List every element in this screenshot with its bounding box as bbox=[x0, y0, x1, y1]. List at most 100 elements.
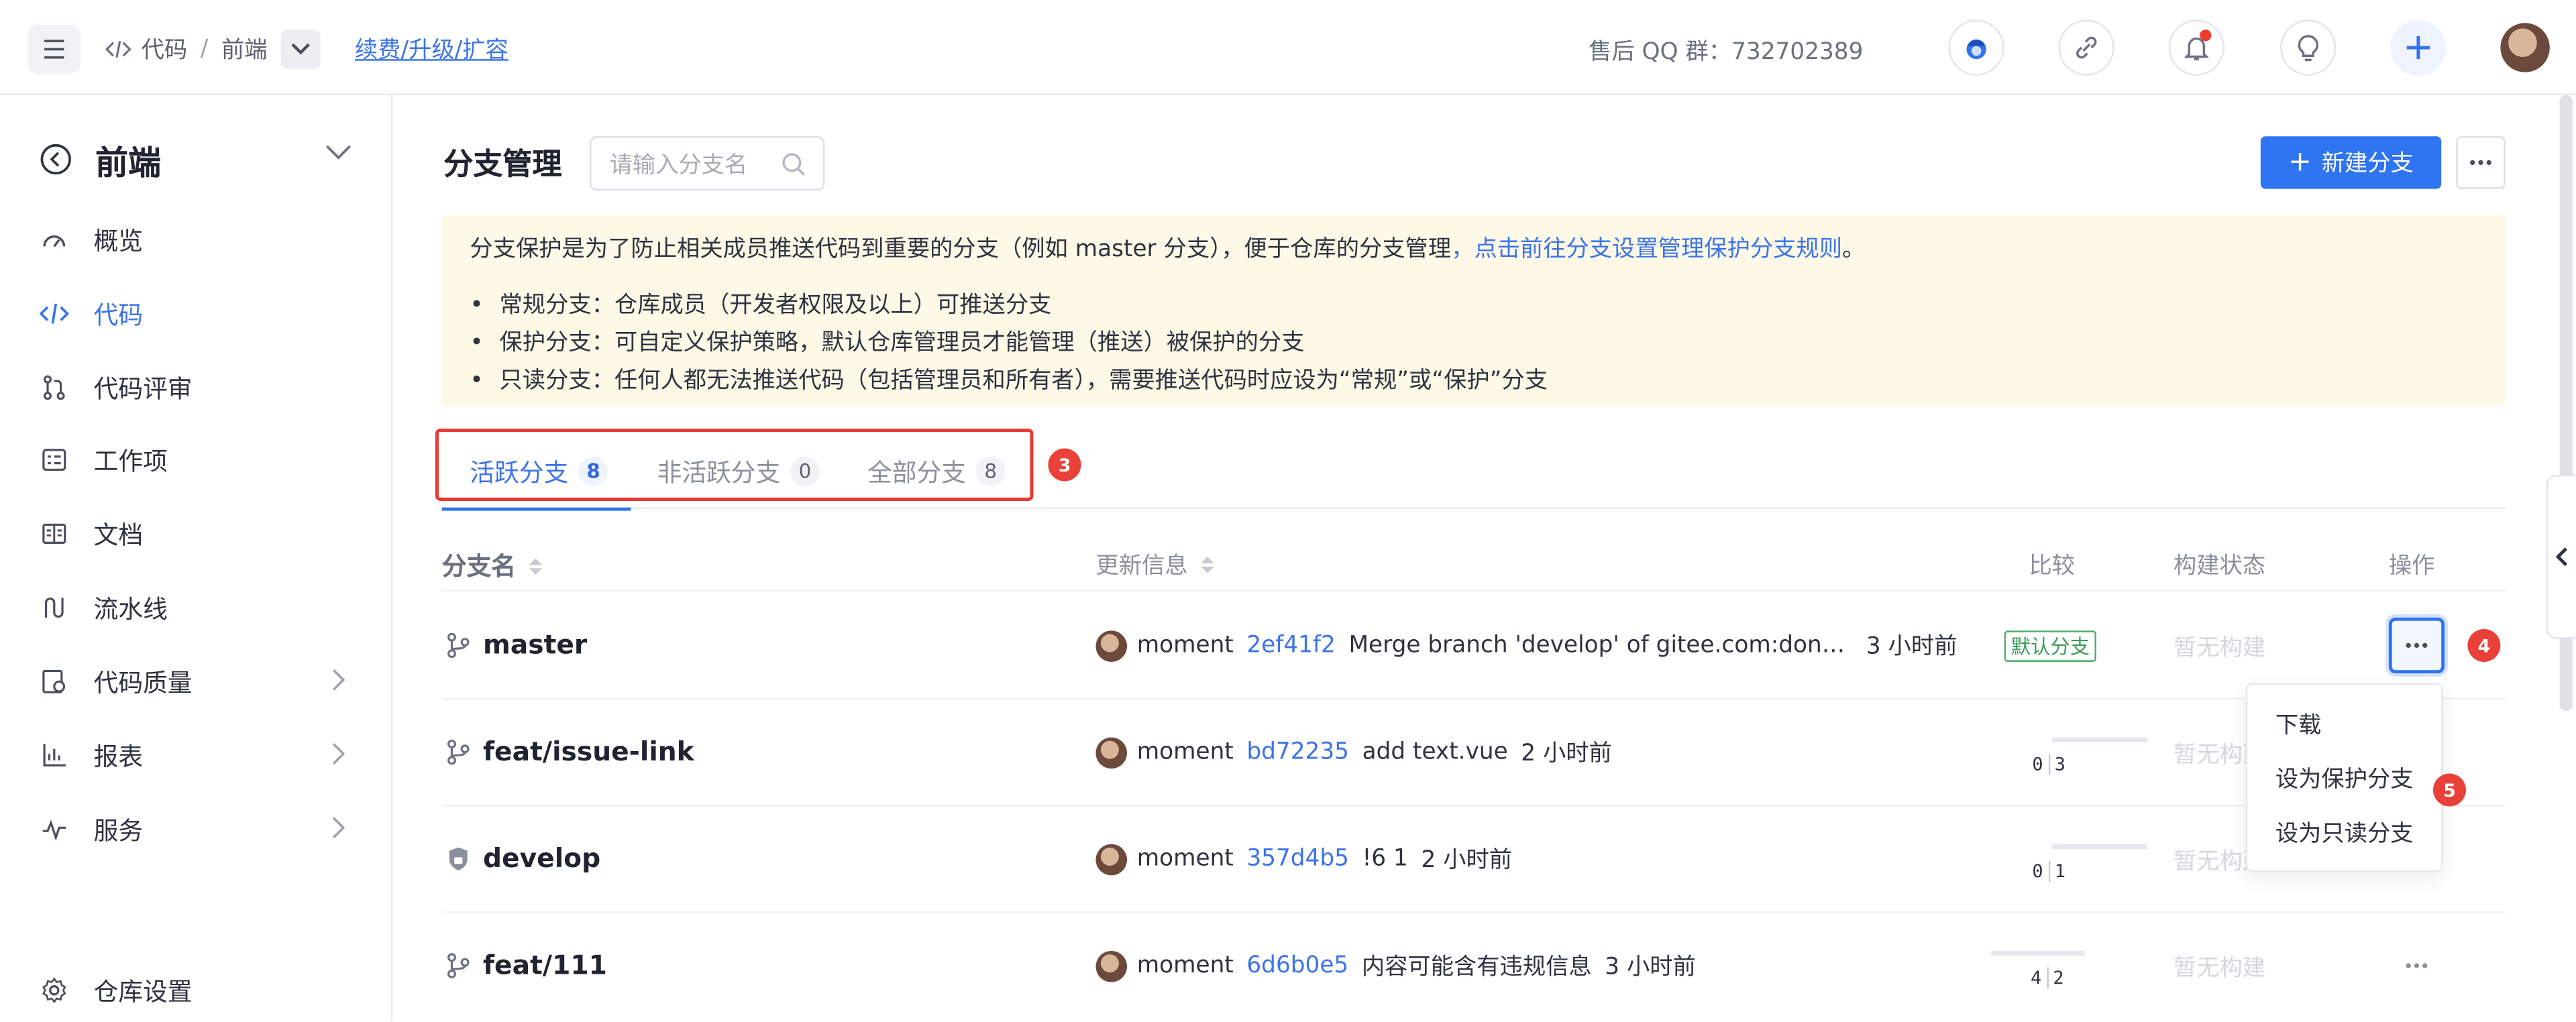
more-icon bbox=[2406, 642, 2428, 648]
menu-item-set-readonly[interactable]: 设为只读分支 bbox=[2275, 816, 2414, 849]
ahead-behind-compare: 4 2 bbox=[1991, 946, 2106, 989]
service-icon bbox=[40, 815, 69, 844]
menu-button[interactable] bbox=[28, 24, 81, 74]
more-icon bbox=[2406, 963, 2428, 968]
chevron-left-icon bbox=[2555, 547, 2567, 567]
table-row: master moment 2ef41f2 Merge branch 'deve… bbox=[441, 593, 2506, 700]
breadcrumb-item-code[interactable]: 代码 bbox=[142, 33, 188, 66]
menu-item-download[interactable]: 下载 bbox=[2275, 708, 2322, 741]
branch-name[interactable]: master bbox=[447, 629, 587, 660]
row-more-button[interactable] bbox=[2388, 617, 2445, 674]
compare-bar bbox=[1991, 950, 2085, 956]
assistant-icon bbox=[1966, 39, 1986, 60]
commit-message[interactable]: !6 1 bbox=[1362, 846, 1408, 872]
search-placeholder: 请输入分支名 bbox=[609, 152, 748, 178]
task-icon bbox=[40, 445, 69, 475]
user-avatar[interactable] bbox=[2500, 23, 2550, 72]
branch-icon bbox=[447, 952, 470, 978]
sidebar-item-docs[interactable]: 文档 bbox=[40, 511, 345, 557]
sidebar-item-label: 代码质量 bbox=[93, 667, 193, 697]
sidebar-item-work-items[interactable]: 工作项 bbox=[40, 437, 345, 483]
chevron-right-icon bbox=[332, 743, 345, 764]
link-icon bbox=[2076, 36, 2097, 59]
commit-sha-link[interactable]: 357d4b5 bbox=[1246, 846, 1349, 872]
commit-sha-link[interactable]: bd72235 bbox=[1246, 739, 1349, 765]
ahead-behind-compare: 0 3 bbox=[2032, 732, 2147, 775]
author: moment bbox=[1136, 632, 1234, 659]
sidebar-item-repo-settings[interactable]: 仓库设置 bbox=[40, 967, 345, 1013]
sidebar-item-label: 工作项 bbox=[93, 445, 168, 475]
menu-item-set-protected[interactable]: 设为保护分支 bbox=[2275, 762, 2414, 795]
breadcrumb-separator: / bbox=[200, 36, 209, 63]
branch-name[interactable]: develop bbox=[447, 842, 600, 874]
sidebar-item-label: 流水线 bbox=[93, 593, 168, 624]
page-title: 分支管理 bbox=[443, 148, 562, 182]
search-icon bbox=[782, 153, 805, 176]
compare-bar bbox=[2051, 737, 2147, 742]
callout-badge-4: 4 bbox=[2467, 628, 2501, 662]
branch-icon bbox=[447, 738, 470, 764]
commit-time: 3 小时前 bbox=[1866, 634, 1957, 661]
sidebar-item-label: 报表 bbox=[93, 741, 144, 771]
top-bar: 代码 / 前端 续费/升级/扩容 售后 QQ 群：732702389 bbox=[0, 0, 2576, 96]
notice-text: 分支保护是为了防止相关成员推送代码到重要的分支（例如 master 分支），便于… bbox=[470, 236, 1452, 263]
sidebar-item-label: 代码 bbox=[93, 299, 144, 330]
row-more-button[interactable] bbox=[2389, 938, 2445, 993]
commit-message[interactable]: Merge branch 'develop' of gitee.com:dont… bbox=[1348, 632, 1853, 659]
sidebar-item-pipeline[interactable]: 流水线 bbox=[40, 585, 345, 631]
compare-bar bbox=[2051, 844, 2147, 850]
shield-icon bbox=[447, 845, 470, 871]
notice-period: 。 bbox=[1842, 236, 1866, 263]
sidebar-item-services[interactable]: 服务 bbox=[40, 806, 345, 852]
branch-search-input[interactable]: 请输入分支名 bbox=[590, 136, 825, 191]
update-info: moment 6d6b0e5 内容可能含有违规信息 3 小时前 bbox=[1095, 950, 1696, 982]
back-icon bbox=[40, 144, 71, 175]
commit-sha-link[interactable]: 2ef41f2 bbox=[1246, 632, 1336, 659]
main-content: 分支管理 请输入分支名 + 新建分支 分支保护是为了防止相关成员推送代码到重要的… bbox=[394, 95, 2576, 1021]
tips-button[interactable] bbox=[2280, 19, 2337, 76]
column-operations: 操作 bbox=[2388, 553, 2435, 580]
sidebar-item-label: 仓库设置 bbox=[93, 976, 193, 1007]
update-info: moment bd72235 add text.vue 2 小时前 bbox=[1095, 736, 1612, 769]
branch-name[interactable]: feat/111 bbox=[447, 950, 607, 980]
sidebar-item-code[interactable]: 代码 bbox=[39, 290, 345, 337]
branch-settings-link[interactable]: ，点击前往分支设置管理保护分支规则 bbox=[1451, 237, 1842, 263]
ahead-count: 3 bbox=[2054, 754, 2066, 775]
branch-protection-notice: 分支保护是为了防止相关成员推送代码到重要的分支（例如 master 分支），便于… bbox=[441, 215, 2506, 406]
author-avatar bbox=[1095, 950, 1128, 982]
more-actions-button[interactable] bbox=[2456, 136, 2506, 189]
column-branch-name[interactable]: 分支名 bbox=[442, 549, 543, 583]
project-switch-dropdown[interactable] bbox=[280, 30, 320, 69]
branch-name[interactable]: feat/issue-link bbox=[447, 736, 694, 767]
sidebar-item-overview[interactable]: 概览 bbox=[40, 217, 345, 263]
ahead-count: 2 bbox=[2053, 967, 2064, 989]
author: moment bbox=[1136, 846, 1234, 872]
default-branch-badge: 默认分支 bbox=[2004, 630, 2096, 662]
chevron-right-icon bbox=[332, 669, 345, 691]
project-header[interactable]: 前端 bbox=[40, 138, 352, 182]
table-row: feat/111 moment 6d6b0e5 内容可能含有违规信息 3 小时前… bbox=[442, 913, 2506, 1020]
new-branch-button[interactable]: + 新建分支 bbox=[2260, 136, 2442, 189]
notification-dot bbox=[2200, 30, 2212, 42]
link-button[interactable] bbox=[2058, 19, 2114, 76]
commit-time: 2 小时前 bbox=[1421, 847, 1513, 874]
sort-icon bbox=[529, 557, 543, 574]
table-header: 分支名 更新信息 比较 构建状态 操作 bbox=[441, 535, 2506, 591]
commit-message[interactable]: add text.vue bbox=[1362, 739, 1508, 765]
notification-button[interactable] bbox=[2168, 19, 2224, 76]
sidebar-item-code-review[interactable]: 代码评审 bbox=[40, 365, 345, 411]
pipeline-icon bbox=[40, 593, 69, 622]
create-button[interactable] bbox=[2390, 19, 2447, 76]
commit-message[interactable]: 内容可能含有违规信息 bbox=[1362, 950, 1592, 982]
sort-icon bbox=[1201, 557, 1214, 573]
pull-request-icon bbox=[40, 373, 69, 402]
collapse-panel-tab[interactable] bbox=[2546, 474, 2576, 639]
assistant-button[interactable] bbox=[1948, 19, 2004, 76]
sidebar-item-reports[interactable]: 报表 bbox=[40, 732, 345, 779]
breadcrumb-item-project[interactable]: 前端 bbox=[221, 33, 268, 66]
column-update-info[interactable]: 更新信息 bbox=[1095, 549, 1214, 581]
sidebar-item-code-quality[interactable]: 代码质量 bbox=[40, 659, 345, 705]
plus-icon bbox=[2406, 36, 2430, 60]
commit-sha-link[interactable]: 6d6b0e5 bbox=[1246, 952, 1348, 978]
renew-upgrade-link[interactable]: 续费/升级/扩容 bbox=[355, 33, 508, 66]
